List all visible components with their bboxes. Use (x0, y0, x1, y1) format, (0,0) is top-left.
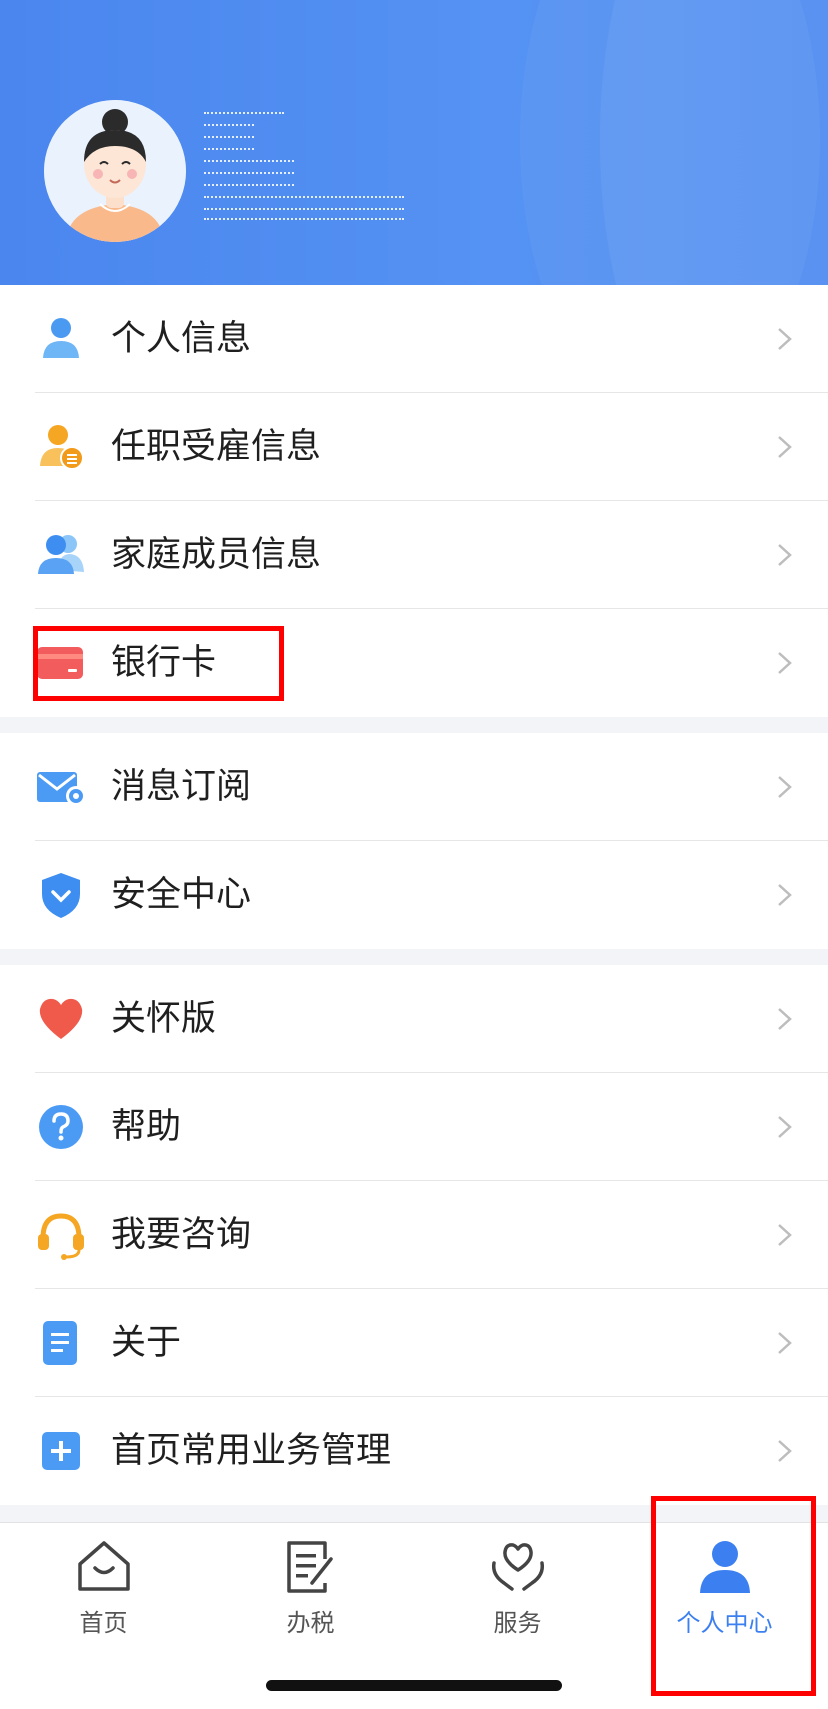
menu-item-consult[interactable]: 我要咨询 (0, 1181, 828, 1289)
chevron-right-icon (778, 328, 792, 350)
profile-page: 个人信息 任职受雇信息 家庭成员信息 银行卡 消息订阅 安全中心 关怀版 帮助 … (0, 0, 828, 1709)
menu-item-message-subscribe[interactable]: 消息订阅 (0, 733, 828, 841)
obscured-line (204, 172, 294, 175)
menu-group-more: 关怀版 帮助 我要咨询 关于 首页常用业务管理 (0, 965, 828, 1505)
menu-item-home-business-manage[interactable]: 首页常用业务管理 (0, 1397, 828, 1505)
menu-item-label: 消息订阅 (111, 767, 252, 807)
plus-square-icon (42, 1432, 80, 1470)
employment-icon (40, 425, 84, 470)
obscured-line (204, 148, 254, 151)
menu-group-notifications: 消息订阅 安全中心 (0, 733, 828, 949)
obscured-line (204, 136, 254, 139)
family-icon (38, 535, 84, 574)
tab-tax[interactable]: 办税 (207, 1537, 414, 1647)
menu-item-care-version[interactable]: 关怀版 (0, 965, 828, 1073)
shield-icon (42, 873, 80, 918)
person-icon (43, 318, 79, 358)
headset-icon (38, 1213, 84, 1260)
tab-home[interactable]: 首页 (0, 1537, 207, 1647)
menu-item-label: 关怀版 (111, 999, 217, 1039)
avatar-image (44, 100, 186, 242)
obscured-line (204, 124, 254, 127)
tab-label: 首页 (79, 1609, 128, 1637)
obscured-line (204, 160, 294, 163)
obscured-line (204, 184, 294, 187)
menu-item-bank-card[interactable]: 银行卡 (0, 609, 828, 717)
bank-card-icon (37, 647, 83, 679)
obscured-line (204, 208, 404, 211)
service-heart-icon (491, 1543, 544, 1591)
menu-item-personal-info[interactable]: 个人信息 (0, 285, 828, 393)
menu-item-about[interactable]: 关于 (0, 1289, 828, 1397)
profile-header (0, 0, 828, 285)
user-info-obscured (204, 112, 414, 222)
chevron-right-icon (778, 436, 792, 458)
menu-item-label: 任职受雇信息 (111, 427, 322, 467)
obscured-line (204, 112, 284, 115)
heart-icon (39, 998, 83, 1039)
chevron-right-icon (778, 1116, 792, 1138)
menu-item-label: 银行卡 (111, 643, 217, 683)
menu-item-label: 安全中心 (111, 875, 252, 915)
chevron-right-icon (778, 652, 792, 674)
chevron-right-icon (778, 1332, 792, 1354)
tax-form-icon (286, 1541, 333, 1593)
menu-item-help[interactable]: 帮助 (0, 1073, 828, 1181)
help-icon (39, 1105, 83, 1149)
chevron-right-icon (778, 1224, 792, 1246)
menu-item-family-info[interactable]: 家庭成员信息 (0, 501, 828, 609)
home-indicator (266, 1680, 562, 1691)
menu-item-label: 家庭成员信息 (111, 535, 322, 575)
document-icon (43, 1321, 77, 1365)
menu-item-label: 个人信息 (111, 319, 252, 359)
menu-item-label: 帮助 (111, 1107, 182, 1147)
header-decor-arc (600, 0, 828, 285)
chevron-right-icon (778, 884, 792, 906)
chevron-right-icon (778, 1440, 792, 1462)
tab-label: 办税 (286, 1609, 335, 1637)
chevron-right-icon (778, 1008, 792, 1030)
obscured-line (204, 218, 404, 221)
tab-label: 服务 (493, 1609, 542, 1637)
chevron-right-icon (778, 776, 792, 798)
menu-item-label: 首页常用业务管理 (111, 1431, 392, 1471)
obscured-line (204, 196, 404, 199)
message-subscribe-icon (37, 772, 86, 806)
menu-item-employment-info[interactable]: 任职受雇信息 (0, 393, 828, 501)
tab-label: 个人中心 (676, 1609, 773, 1637)
avatar[interactable] (44, 100, 186, 242)
tab-user-center[interactable]: 个人中心 (621, 1537, 828, 1647)
home-icon (77, 1541, 130, 1591)
menu-group-account: 个人信息 任职受雇信息 家庭成员信息 银行卡 (0, 285, 828, 717)
tab-service[interactable]: 服务 (414, 1537, 621, 1647)
user-center-icon (699, 1541, 750, 1593)
chevron-right-icon (778, 544, 792, 566)
menu-item-security-center[interactable]: 安全中心 (0, 841, 828, 949)
menu-item-label: 关于 (111, 1323, 182, 1363)
menu-item-label: 我要咨询 (111, 1215, 252, 1255)
